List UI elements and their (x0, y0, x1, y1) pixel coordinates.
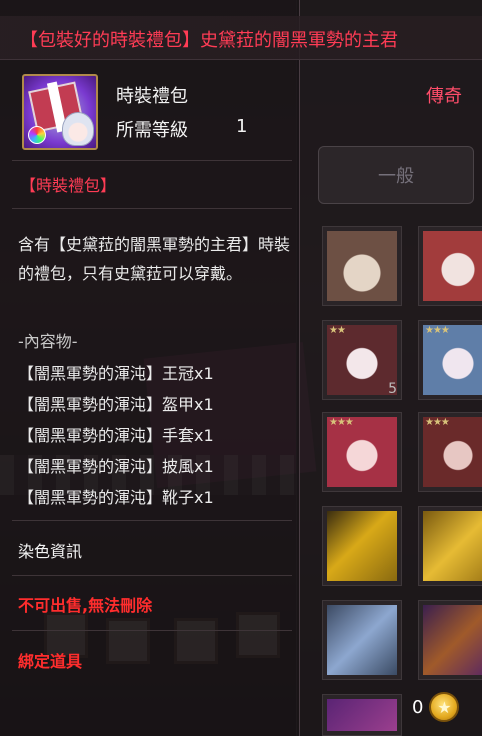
inventory-slot[interactable] (418, 600, 482, 680)
star-rating-icon: ★★★ (425, 417, 450, 428)
inventory-slot[interactable] (322, 226, 402, 306)
divider (12, 630, 292, 631)
contents-title: -內容物- (18, 332, 78, 351)
fashion-gift-box-icon (22, 74, 98, 150)
inventory-slot[interactable]: ★★★ (322, 412, 402, 492)
required-level-value: 1 (236, 116, 248, 137)
slot-quantity: 5 (388, 381, 397, 397)
item-rarity: 傳奇 (426, 86, 462, 107)
inventory-slot[interactable]: ★★★ (418, 412, 482, 492)
contents-list: 【闇黑軍勢的渾沌】王冠x1 【闇黑軍勢的渾沌】盔甲x1 【闇黑軍勢的渾沌】手套x… (18, 358, 214, 513)
inventory-slot[interactable] (418, 226, 482, 306)
inventory-slot[interactable]: ★★ 5 (322, 320, 402, 400)
bound-item-label: 綁定道具 (18, 652, 83, 671)
inventory-slot[interactable] (322, 506, 402, 586)
item-title: 【包裝好的時裝禮包】史黛菈的闇黑軍勢的主君 (20, 30, 398, 51)
currency-display: 0 ★ (412, 692, 460, 722)
list-item: 【闇黑軍勢的渾沌】手套x1 (18, 426, 214, 445)
divider (12, 575, 292, 576)
currency-value: 0 (412, 696, 424, 718)
divider (12, 520, 292, 521)
inventory-slot[interactable]: ★★★ (418, 320, 482, 400)
list-item: 【闇黑軍勢的渾沌】披風x1 (18, 457, 214, 476)
star-rating-icon: ★★ (329, 325, 346, 336)
list-item: 【闇黑軍勢的渾沌】王冠x1 (18, 364, 214, 383)
star-rating-icon: ★★★ (425, 325, 450, 336)
inventory-slot[interactable] (322, 600, 402, 680)
star-rating-icon: ★★★ (329, 417, 354, 428)
inventory-tab-general[interactable]: 一般 (318, 146, 474, 204)
inventory-slot[interactable] (418, 506, 482, 586)
list-item: 【闇黑軍勢的渾沌】盔甲x1 (18, 395, 214, 414)
no-sell-warning: 不可出售,無法刪除 (18, 596, 153, 615)
required-level-label: 所需等級 (116, 120, 188, 141)
dye-info-link[interactable]: 染色資訊 (18, 538, 82, 562)
inventory-slot[interactable] (322, 694, 402, 736)
divider (12, 208, 292, 209)
divider (12, 160, 292, 161)
item-type: 時裝禮包 (116, 86, 188, 107)
list-item: 【闇黑軍勢的渾沌】靴子x1 (18, 488, 214, 507)
gold-coin-icon: ★ (429, 692, 460, 722)
item-description: 含有【史黛菈的闇黑軍勢的主君】時裝的禮包，只有史黛菈可以穿戴。 (18, 235, 291, 283)
item-category: 【時裝禮包】 (20, 176, 117, 195)
